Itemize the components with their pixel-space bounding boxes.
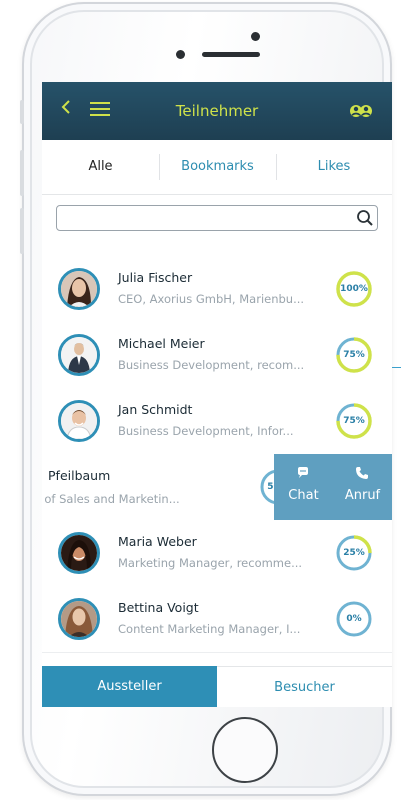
chat-button[interactable]: Chat (274, 454, 333, 520)
volume-up-button (20, 150, 24, 196)
call-label: Anruf (344, 488, 381, 503)
participant-role: CEO, Axorius GmbH, Marienbu... (118, 292, 305, 306)
people-icon[interactable] (348, 102, 374, 120)
top-bar: Teilnehmer (42, 82, 392, 140)
search-input[interactable] (56, 205, 378, 231)
progress-label: 75% (343, 350, 365, 360)
page-title: Teilnehmer (175, 102, 259, 120)
participant-role: Business Development, Infor... (118, 424, 294, 438)
participant-name: Michael Meier (118, 336, 205, 351)
progress-label: 100% (340, 284, 368, 294)
bottom-tabs: Aussteller Besucher (42, 666, 392, 707)
front-sensor (251, 32, 260, 41)
progress-label: 75% (343, 416, 365, 426)
app-screen: Teilnehmer Alle Bookmarks Likes Julia Fi… (42, 82, 392, 707)
list-item[interactable]: Julia Fischer CEO, Axorius GmbH, Marienb… (42, 256, 392, 323)
phone-icon (356, 467, 368, 479)
participant-role: r of Sales and Marketin... (42, 492, 180, 506)
earpiece (202, 52, 260, 57)
participant-name: Bettina Voigt (118, 600, 199, 615)
list-item[interactable]: Michael Meier Business Development, reco… (42, 322, 392, 389)
front-camera (176, 50, 185, 59)
call-button[interactable]: Anruf (333, 454, 392, 520)
avatar (58, 532, 100, 574)
participant-role: Marketing Manager, recomme... (118, 556, 303, 570)
tab-all[interactable]: Alle (42, 140, 159, 194)
list-item[interactable]: Maria Weber Marketing Manager, recomme..… (42, 520, 392, 587)
participant-role: Business Development, recom... (118, 358, 305, 372)
search-bar (42, 194, 392, 257)
mute-switch (20, 100, 24, 124)
swipe-actions: Chat Anruf (274, 454, 392, 520)
tab-visitors[interactable]: Besucher (217, 666, 392, 707)
tab-exhibitors[interactable]: Aussteller (42, 666, 217, 707)
avatar (58, 598, 100, 640)
filter-tabs: Alle Bookmarks Likes (42, 140, 392, 195)
participant-name: Jan Schmidt (118, 402, 193, 417)
avatar (58, 400, 100, 442)
volume-down-button (20, 208, 24, 254)
tab-bookmarks[interactable]: Bookmarks (159, 140, 276, 194)
chat-icon (298, 467, 308, 478)
participant-name: Maria Weber (118, 534, 197, 549)
avatar (58, 334, 100, 376)
list-item[interactable]: Jan Schmidt Business Development, Infor.… (42, 388, 392, 455)
progress-label: 0% (346, 614, 362, 624)
search-icon[interactable] (356, 209, 374, 227)
progress-label: 25% (343, 548, 365, 558)
avatar (58, 268, 100, 310)
participant-role: Content Marketing Manager, I... (118, 622, 301, 636)
chat-label: Chat (288, 488, 319, 503)
list-item[interactable]: Bettina Voigt Content Marketing Manager,… (42, 586, 392, 653)
home-button[interactable] (212, 717, 278, 783)
tab-likes[interactable]: Likes (276, 140, 392, 194)
participant-name: Julia Fischer (118, 270, 193, 285)
participant-name: Pfeilbaum (48, 468, 111, 483)
